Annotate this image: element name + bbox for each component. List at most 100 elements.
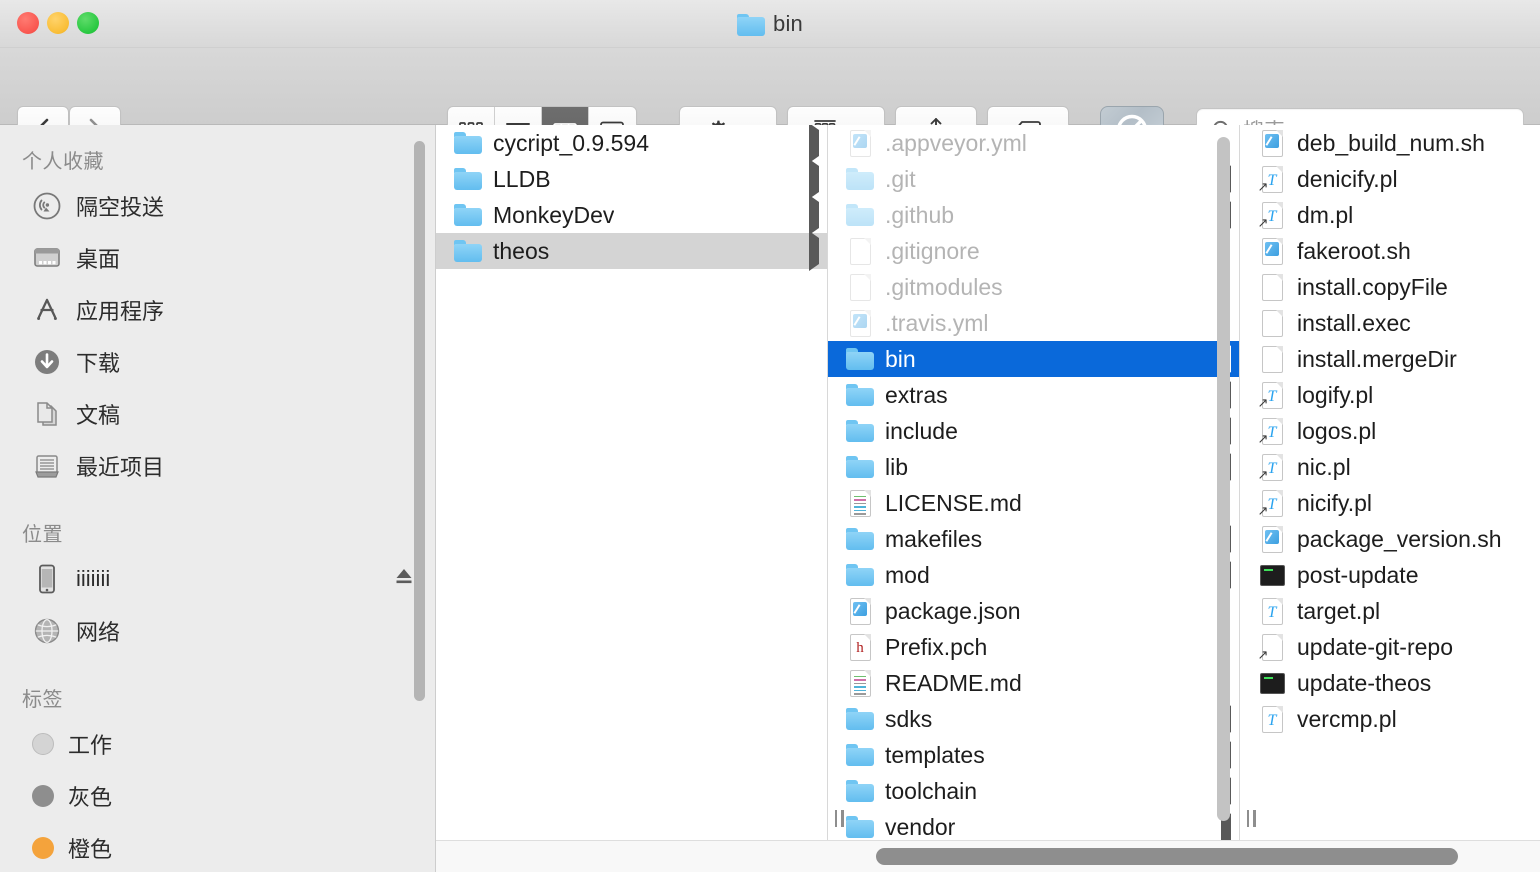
sidebar-item-documents[interactable]: 文稿 (0, 388, 435, 440)
file-row[interactable]: install.copyFile (1240, 269, 1540, 305)
horizontal-scrollbar-track[interactable] (436, 840, 1540, 872)
file-row[interactable]: .gitmodules (828, 269, 1239, 305)
file-row[interactable]: Ttarget.pl (1240, 593, 1540, 629)
disclosure-triangle-icon[interactable] (799, 125, 819, 163)
recents-icon (32, 451, 62, 481)
perl-alias-doc-icon: T ↗ (1258, 488, 1286, 518)
file-name: templates (885, 741, 985, 768)
disclosure-triangle-icon[interactable] (799, 194, 819, 235)
file-row[interactable]: toolchain (828, 770, 1239, 811)
file-row[interactable]: .appveyor.yml (828, 125, 1239, 161)
grip-lines-icon (834, 809, 844, 827)
sidebar-item-desktop[interactable]: 桌面 (0, 232, 435, 284)
file-row[interactable]: LLDB (436, 158, 827, 199)
file-name: sdks (885, 705, 933, 732)
doc-glyph (1261, 129, 1283, 157)
file-row[interactable]: vendor (828, 806, 1239, 840)
doc-glyph (1261, 309, 1283, 337)
perl-doc-icon: T (1258, 596, 1286, 626)
file-name: deb_build_num.sh (1297, 129, 1485, 156)
file-row[interactable]: post-update (1240, 557, 1540, 593)
perl-doc-icon: T (1258, 704, 1286, 734)
sidebar-item-network[interactable]: 网络 (0, 605, 435, 657)
file-row[interactable]: include (828, 410, 1239, 451)
file-name: install.mergeDir (1297, 345, 1457, 372)
file-row[interactable]: fakeroot.sh (1240, 233, 1540, 269)
script-doc-icon (846, 308, 874, 338)
sidebar-item-recents[interactable]: 最近项目 (0, 440, 435, 492)
sidebar-item-tag-orange[interactable]: 橙色 (0, 822, 435, 872)
terminal-glyph (1259, 564, 1285, 586)
folder-icon (846, 524, 874, 554)
file-row[interactable]: install.exec (1240, 305, 1540, 341)
file-row[interactable]: theos (436, 230, 827, 271)
file-name: extras (885, 381, 948, 408)
file-row[interactable]: .travis.yml (828, 305, 1239, 341)
file-row[interactable]: extras (828, 374, 1239, 415)
sidebar-item-airdrop[interactable]: 隔空投送 (0, 180, 435, 232)
file-row[interactable]: .gitignore (828, 233, 1239, 269)
folder-glyph (846, 780, 874, 802)
sidebar-item-label: 文稿 (76, 403, 121, 428)
file-row[interactable]: update-theos (1240, 665, 1540, 701)
folder-icon (846, 560, 874, 590)
column-scrollbar[interactable] (1217, 137, 1230, 821)
file-row[interactable]: MonkeyDev (436, 194, 827, 235)
sidebar-item-tag-work[interactable]: 工作 (0, 718, 435, 770)
file-name: README.md (885, 669, 1022, 696)
eject-button[interactable] (393, 566, 415, 592)
file-row[interactable]: LICENSE.md (828, 485, 1239, 521)
file-row[interactable]: package.json (828, 593, 1239, 629)
file-row[interactable]: install.mergeDir (1240, 341, 1540, 377)
file-row[interactable]: T ↗ logify.pl (1240, 377, 1540, 413)
file-row[interactable]: ↗ update-git-repo (1240, 629, 1540, 665)
sidebar-item-iphone[interactable]: iiiiiii (0, 553, 435, 605)
sidebar-item-tag-gray[interactable]: 灰色 (0, 770, 435, 822)
column-resize-handle[interactable] (828, 796, 850, 840)
file-row[interactable]: T ↗ nic.pl (1240, 449, 1540, 485)
file-row[interactable]: T ↗ dm.pl (1240, 197, 1540, 233)
file-name: .appveyor.yml (885, 129, 1027, 156)
disclosure-triangle-icon[interactable] (799, 158, 819, 199)
folder-glyph (454, 240, 482, 262)
file-row[interactable]: lib (828, 446, 1239, 487)
file-row[interactable]: Tvercmp.pl (1240, 701, 1540, 737)
file-row[interactable]: .github (828, 194, 1239, 235)
file-row[interactable]: bin (828, 338, 1239, 379)
doc-glyph (1261, 345, 1283, 373)
file-row[interactable]: package_version.sh (1240, 521, 1540, 557)
sidebar-item-label: 最近项目 (76, 455, 165, 480)
horizontal-scrollbar-thumb[interactable] (876, 848, 1458, 865)
sidebar-item-downloads[interactable]: 下载 (0, 336, 435, 388)
doc-glyph: T ↗ (1258, 453, 1283, 481)
file-row[interactable]: sdks (828, 698, 1239, 739)
file-row[interactable]: cycript_0.9.594 (436, 125, 827, 163)
file-row[interactable]: README.md (828, 665, 1239, 701)
file-row[interactable]: deb_build_num.sh (1240, 125, 1540, 161)
sidebar-scrollbar[interactable] (414, 141, 425, 701)
column-parent: cycript_0.9.594 LLDB MonkeyDev theos (436, 125, 828, 840)
terminal-exec-icon (1258, 560, 1286, 590)
disclosure-triangle-icon[interactable] (799, 230, 819, 271)
file-name: LICENSE.md (885, 489, 1022, 516)
script-doc-icon (846, 596, 874, 626)
file-row[interactable]: T ↗ logos.pl (1240, 413, 1540, 449)
file-row[interactable]: makefiles (828, 518, 1239, 559)
script-doc-icon (1258, 236, 1286, 266)
file-row[interactable]: T ↗ denicify.pl (1240, 161, 1540, 197)
file-row[interactable]: h Prefix.pch (828, 629, 1239, 665)
file-row[interactable]: templates (828, 734, 1239, 775)
column-resize-handle[interactable] (1240, 796, 1262, 840)
folder-glyph (846, 744, 874, 766)
file-name: bin (885, 345, 916, 372)
sidebar-item-applications[interactable]: 应用程序 (0, 284, 435, 336)
folder-glyph (846, 456, 874, 478)
folder-icon (846, 704, 874, 734)
file-row[interactable]: mod (828, 554, 1239, 595)
script-doc-icon (1258, 524, 1286, 554)
file-row[interactable]: T ↗ nicify.pl (1240, 485, 1540, 521)
sidebar-item-label: iiiiiii (76, 566, 111, 591)
file-row[interactable]: .git (828, 158, 1239, 199)
finder-window: bin 个人收藏 隔空投送 桌面 应用程序 下载 文稿 最近项目 位置 iiii… (0, 0, 1540, 872)
